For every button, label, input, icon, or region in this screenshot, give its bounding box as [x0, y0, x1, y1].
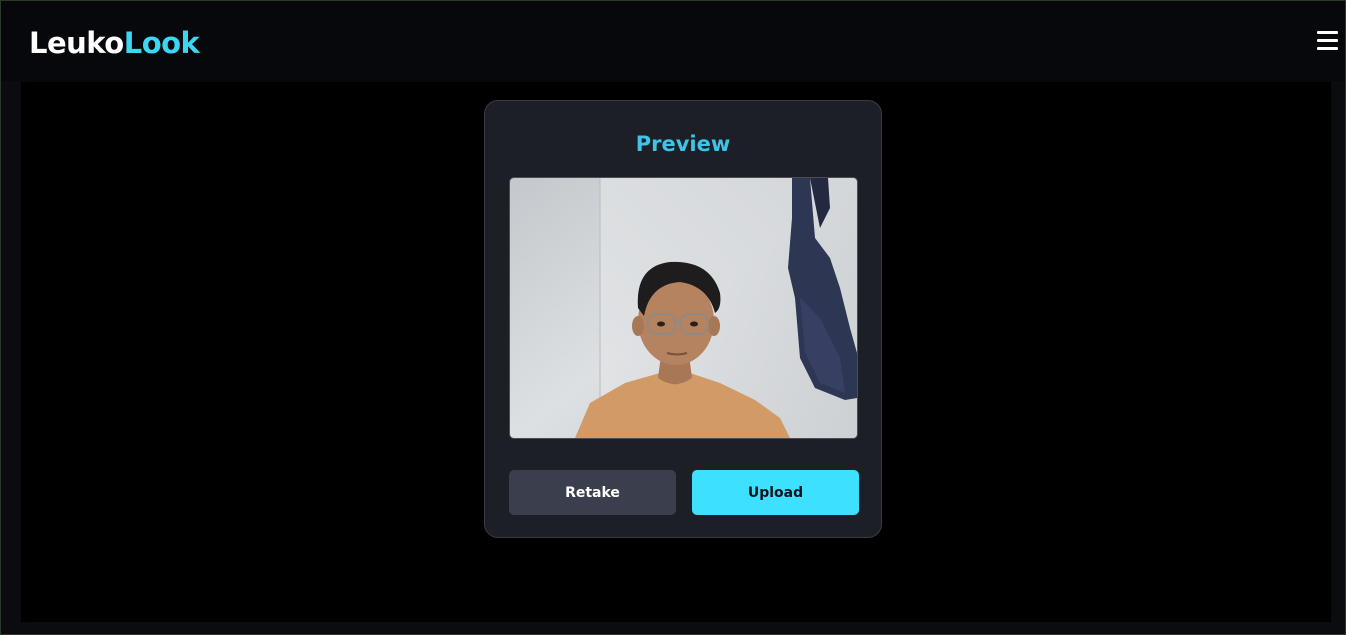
menu-bar — [1317, 31, 1338, 34]
preview-card: Preview Retake Upload — [484, 100, 882, 538]
brand-logo-part-1: Leuko — [29, 26, 124, 60]
app-window: LeukoLook Preview Retake Upload — [0, 0, 1346, 635]
navbar: LeukoLook — [1, 1, 1345, 81]
menu-bar — [1317, 47, 1338, 50]
upload-button[interactable]: Upload — [692, 470, 859, 515]
photo-illustration — [510, 178, 857, 438]
brand-logo[interactable]: LeukoLook — [29, 25, 200, 61]
menu-bar — [1317, 39, 1338, 42]
hamburger-menu-icon[interactable] — [1317, 31, 1339, 51]
retake-button[interactable]: Retake — [509, 470, 676, 515]
brand-logo-part-2: Look — [123, 26, 200, 60]
main-content: Preview Retake Upload — [21, 82, 1331, 622]
captured-photo — [509, 177, 858, 439]
preview-title: Preview — [635, 132, 731, 156]
